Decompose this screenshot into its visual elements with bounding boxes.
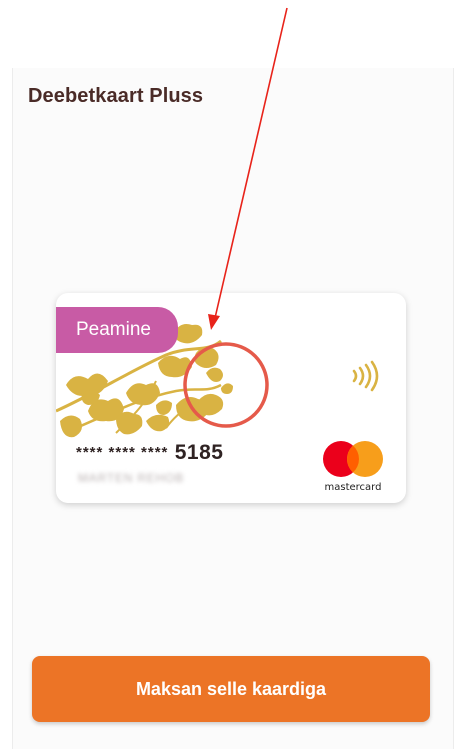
top-margin — [0, 0, 457, 68]
page-title: Deebetkaart Pluss — [28, 85, 204, 107]
mastercard-circles-icon — [323, 441, 383, 477]
primary-card-badge: Peamine — [56, 307, 178, 353]
cardholder-name: MARTEN REHOB — [78, 471, 185, 485]
card-number-last4: 5185 — [174, 441, 224, 464]
screen-left-edge — [0, 80, 12, 749]
card-number-masked: **** **** **** — [76, 444, 169, 461]
pay-with-card-button[interactable]: Maksan selle kaardiga — [32, 656, 430, 722]
mastercard-wordmark: mastercard — [324, 482, 382, 493]
debit-card[interactable]: Peamine **** **** **** 5185 MARTEN REHOB… — [56, 293, 406, 503]
contactless-icon — [352, 360, 379, 392]
mastercard-logo: mastercard — [318, 439, 388, 497]
card-number: **** **** **** 5185 — [76, 441, 223, 465]
